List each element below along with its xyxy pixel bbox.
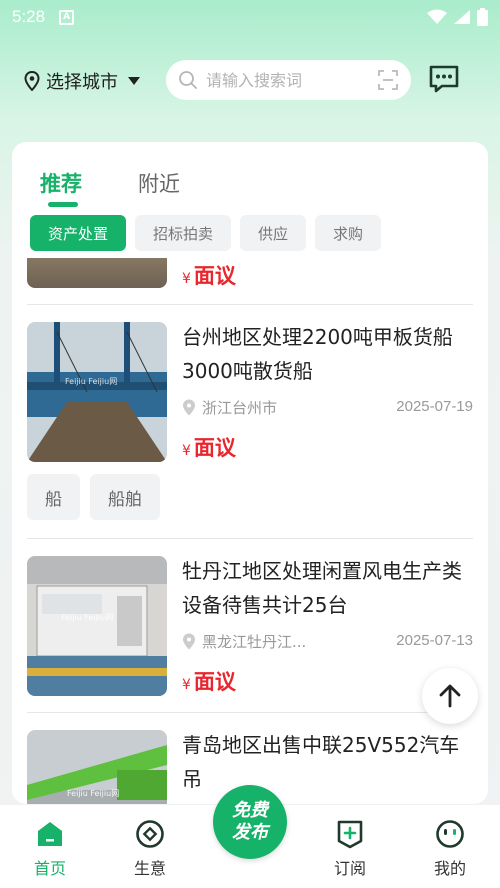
listing-location: 浙江台州市 [182,397,277,418]
nav-business[interactable]: 生意 [110,819,190,879]
search-bar[interactable] [166,60,411,100]
listing-tags: 船 船舶 [27,474,160,520]
city-selector[interactable]: 选择城市 [24,68,140,94]
arrow-up-icon [439,684,461,708]
location-pin-icon [183,399,195,416]
equipment-photo: Feijiu Feijiu网 [27,556,167,696]
listing-price: ¥ 面议 [182,436,236,460]
nav-profile[interactable]: 我的 [410,819,490,879]
listing-location: 黑龙江牡丹江... [182,631,306,652]
scan-icon[interactable] [377,69,399,91]
svg-text:Feijiu Feijiu网: Feijiu Feijiu网 [67,789,119,798]
divider [27,538,473,539]
listing-title[interactable]: 青岛地区出售中联25V552汽车吊 [182,728,474,796]
caret-down-icon [128,77,140,85]
business-icon [136,820,164,848]
listing-image: Feijiu Feijiu网 [27,556,167,696]
nav-subscribe[interactable]: 订阅 [310,819,390,879]
location-pin-icon [24,71,40,91]
tag[interactable]: 船舶 [90,474,160,520]
chip-asset-disposal[interactable]: 资产处置 [30,215,127,251]
wifi-icon [427,9,447,24]
divider [27,304,473,305]
signal-icon [454,10,470,24]
chip-purchase[interactable]: 求购 [315,215,382,251]
listing-price: ¥ 面议 [182,670,236,694]
listing-date: 2025-07-13 [396,632,473,649]
status-time: 5:28 [12,7,46,26]
bottom-nav: 首页 生意 免费 发布 订阅 我的 [0,785,500,888]
status-bar: 5:28 A [0,0,500,34]
listing-date: 2025-07-19 [396,398,473,415]
content-card: 推荐 附近 资产处置 招标拍卖 供应 求购 ¥ 面议 Feijiu Feijiu… [12,142,488,804]
search-icon [179,71,197,89]
listing-image: Feijiu Feijiu网 [27,322,167,462]
tab-nearby[interactable]: 附近 [138,168,180,198]
listing-list[interactable]: ¥ 面议 Feijiu Feijiu网 台州地区处理2200吨甲板货船 3000… [12,258,488,804]
location-pin-icon [183,633,195,650]
ship-photo: Feijiu Feijiu网 [27,322,167,462]
subscribe-icon [337,820,363,849]
tag[interactable]: 船 [27,474,80,520]
chip-supply[interactable]: 供应 [240,215,307,251]
svg-text:Feijiu Feijiu网: Feijiu Feijiu网 [65,377,117,386]
listing-image: Feijiu Feijiu网 [27,730,167,804]
city-label: 选择城市 [46,72,118,93]
svg-text:Feijiu Feijiu网: Feijiu Feijiu网 [61,613,113,622]
tab-recommend[interactable]: 推荐 [40,168,82,207]
notification-icon: A [59,9,75,25]
listing-price: ¥ 面议 [182,264,236,288]
crane-photo: Feijiu Feijiu网 [27,730,167,804]
header: 选择城市 [0,58,500,102]
profile-icon [436,820,464,848]
listing-title[interactable]: 牡丹江地区处理闲置风电生产类设备待售共计25台 [182,554,474,622]
nav-home[interactable]: 首页 [10,819,90,879]
category-chips: 资产处置 招标拍卖 供应 求购 [30,215,382,251]
back-to-top-button[interactable] [422,668,478,724]
publish-button[interactable]: 免费 发布 [213,785,287,859]
listing-title[interactable]: 台州地区处理2200吨甲板货船 3000吨散货船 [182,320,474,388]
search-input[interactable] [206,70,371,90]
battery-icon [477,8,488,26]
divider [27,712,473,713]
tab-bar: 推荐 附近 [40,168,180,207]
message-icon[interactable] [428,64,460,94]
listing-image [27,258,167,288]
home-icon [38,822,62,846]
chip-tender-auction[interactable]: 招标拍卖 [135,215,232,251]
